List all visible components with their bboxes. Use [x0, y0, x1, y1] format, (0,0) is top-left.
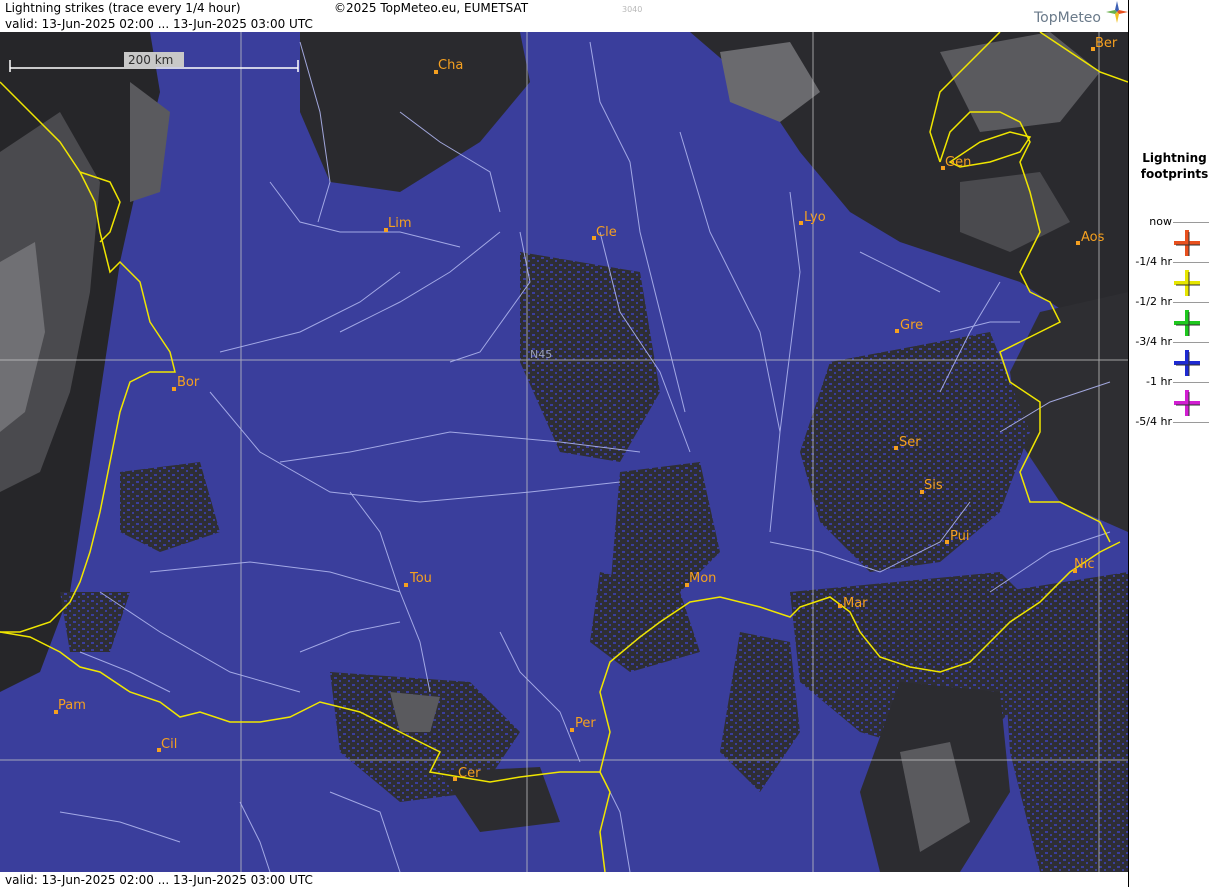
city-marker[interactable]: Cil: [157, 737, 177, 752]
header-bar: Lightning strikes (trace every 1/4 hour)…: [0, 0, 1128, 32]
valid-time: valid: 13-Jun-2025 02:00 ... 13-Jun-2025…: [5, 17, 313, 31]
city-label: Cle: [596, 225, 617, 240]
city-marker[interactable]: Mon: [685, 571, 716, 587]
city-label: Pam: [58, 698, 86, 713]
city-label: Mar: [843, 596, 868, 611]
legend-label: -1 hr: [1146, 375, 1172, 388]
copyright-text: ©2025 TopMeteo.eu, EUMETSAT: [334, 1, 529, 15]
city-marker[interactable]: Ser: [894, 435, 921, 450]
legend-item: now: [1129, 214, 1219, 256]
map-code: 3040: [622, 5, 643, 14]
cross-icon: [1174, 270, 1200, 296]
city-label: Cha: [438, 58, 463, 73]
city-label: Nic: [1074, 557, 1094, 572]
city-marker[interactable]: Lim: [384, 216, 412, 232]
legend-label: now: [1149, 215, 1172, 228]
latitude-label: N45: [530, 348, 552, 361]
city-label: Tou: [409, 571, 432, 586]
city-label: Gen: [945, 155, 971, 170]
city-label: Ber: [1095, 36, 1118, 51]
city-label: Lim: [388, 216, 412, 231]
city-marker[interactable]: Cha: [434, 58, 463, 74]
city-marker[interactable]: Cle: [592, 225, 617, 240]
city-label: Pui: [950, 529, 969, 544]
cross-icon: [1174, 230, 1200, 256]
scale-label: 200 km: [128, 53, 173, 67]
city-marker[interactable]: Aos: [1076, 230, 1105, 245]
legend-label: -1/2 hr: [1135, 295, 1172, 308]
legend-item: -5/4 hr: [1129, 414, 1219, 454]
city-label: Cer: [458, 766, 481, 781]
logo-text: TopMeteo: [1034, 10, 1101, 26]
city-marker[interactable]: Sis: [920, 478, 943, 494]
legend-divider: [1173, 302, 1209, 303]
map-title: Lightning strikes (trace every 1/4 hour): [5, 1, 241, 15]
topmeteo-logo[interactable]: TopMeteo: [1034, 1, 1128, 26]
city-marker[interactable]: Mar: [838, 596, 868, 611]
cross-icon: [1174, 310, 1200, 336]
footer-bar: valid: 13-Jun-2025 02:00 ... 13-Jun-2025…: [0, 872, 1128, 887]
city-label: Mon: [689, 571, 716, 586]
legend-divider: [1173, 222, 1209, 223]
legend-panel: Lightning footprints now -1/4 hr -1/2 hr: [1128, 0, 1219, 887]
cross-icon: [1174, 350, 1200, 376]
city-label: Gre: [900, 318, 923, 333]
city-label: Cil: [161, 737, 177, 752]
footer-valid-time: valid: 13-Jun-2025 02:00 ... 13-Jun-2025…: [5, 873, 313, 887]
legend-divider: [1173, 382, 1209, 383]
city-marker[interactable]: Gen: [941, 155, 971, 170]
legend-item: -1/2 hr: [1129, 294, 1219, 336]
compass-star-icon: [1106, 1, 1128, 23]
legend-divider: [1173, 342, 1209, 343]
legend-item: -1 hr: [1129, 374, 1219, 416]
legend-item: -3/4 hr: [1129, 334, 1219, 376]
city-marker[interactable]: Ber: [1091, 36, 1118, 51]
city-marker[interactable]: Pam: [54, 698, 86, 714]
legend-divider: [1173, 262, 1209, 263]
city-label: Aos: [1081, 230, 1105, 245]
cross-icon: [1174, 390, 1200, 416]
legend-label: -1/4 hr: [1135, 255, 1172, 268]
city-label: Per: [575, 716, 596, 731]
legend-title: Lightning footprints: [1140, 151, 1209, 181]
legend-item: -1/4 hr: [1129, 254, 1219, 296]
legend-label: -3/4 hr: [1135, 335, 1172, 348]
city-label: Bor: [177, 375, 200, 390]
legend-divider: [1173, 422, 1209, 423]
city-label: Lyo: [804, 210, 826, 225]
city-marker[interactable]: Gre: [895, 318, 923, 333]
city-label: Ser: [899, 435, 921, 450]
legend-label: -5/4 hr: [1135, 415, 1172, 428]
city-label: Sis: [924, 478, 943, 493]
city-marker[interactable]: Bor: [172, 375, 200, 391]
satellite-map[interactable]: N45 200 km Ber Cha Gen Lim Cle Lyo Aos G…: [0, 32, 1128, 872]
city-marker[interactable]: Cer: [453, 766, 481, 781]
city-marker[interactable]: Nic: [1073, 557, 1094, 573]
